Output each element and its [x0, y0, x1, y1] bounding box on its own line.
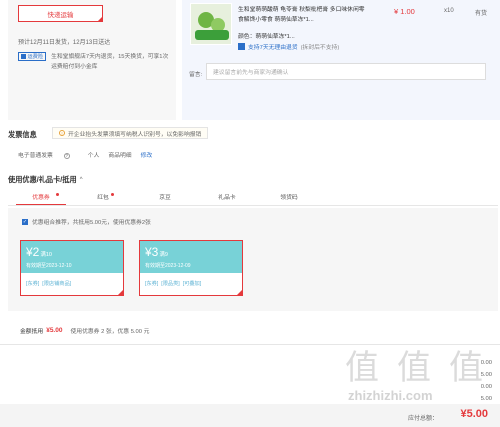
delivery-date-text: 预计12月11日发货，12月13日送达: [18, 40, 111, 46]
help-icon[interactable]: ?: [63, 152, 70, 159]
coupon-amount: ¥3满9: [145, 245, 168, 259]
coupon-tab[interactable]: 领货码: [264, 191, 314, 205]
summary-line: 0.00: [480, 360, 492, 366]
coupon-tag: [东券]: [26, 281, 40, 287]
coupon-card-header: ¥2满10 有效期至2023-12-10: [21, 241, 123, 273]
invoice-section-title: 发票信息: [8, 130, 37, 139]
shipping-insurance-label: 运费险: [27, 54, 44, 60]
warning-icon: !: [59, 130, 65, 136]
coupon-tabs: 优惠券 红包 京豆 礼品卡 领货码: [8, 191, 498, 206]
coupon-card[interactable]: ¥2满10 有效期至2023-12-10 [东券] [限店铺商品]: [20, 240, 124, 296]
invoice-type-label: 电子普通发票: [18, 153, 53, 159]
summary-line: 5.00: [480, 372, 492, 378]
invoice-edit-link[interactable]: 修改: [141, 150, 153, 159]
price-summary: 0.00 5.00 0.00 5.00: [392, 357, 492, 405]
coupon-tag: [限品类]: [161, 281, 180, 287]
coupon-panel: ✓ 优惠组合推荐，共抵用5.00元，使用优惠券2张 ¥2满10 有效期至2023…: [8, 208, 498, 311]
section-divider: [0, 344, 500, 345]
payment-bar: 应付总额： ¥5.00: [0, 404, 500, 427]
coupon-tags: [东券] [限品类] [可叠加]: [145, 280, 204, 287]
product-image[interactable]: [190, 3, 232, 45]
coupon-tags: [东券] [限店铺商品]: [26, 280, 74, 287]
coupon-amount-value: ¥3: [145, 245, 159, 259]
coupon-tab-label: 红包: [97, 195, 109, 201]
payable-label: 应付总额：: [407, 416, 438, 422]
invoice-type: 电子普通发票?: [18, 150, 79, 159]
order-item-section: 快递运输 预计12月11日发货，12月13日送达 运费险 生和堂旗舰店7天内退货…: [0, 0, 500, 120]
invoice-title-type: 个人: [87, 153, 100, 159]
express-shipping-button[interactable]: 快递运输: [18, 5, 103, 22]
payable-amount: ¥5.00: [460, 408, 488, 420]
coupon-amount: ¥2满10: [26, 245, 52, 259]
coupon-validity: 有效期至2023-12-10: [26, 263, 72, 269]
coupon-tab-label: 礼品卡: [218, 195, 236, 201]
product-panel: 生和堂萌萌酸萌 龟苓膏 秋梨枇杷膏 多口味休闲零食解馋小零食 萌萌仙草冻*1..…: [182, 0, 500, 120]
watermark-glyph: 值: [345, 348, 379, 388]
product-quantity: x10: [444, 8, 454, 14]
chevron-up-icon[interactable]: ^: [80, 177, 83, 183]
coupon-sum-value: ¥5.00: [46, 327, 63, 334]
product-stock-status: 有货: [475, 11, 488, 17]
coupon-recommend-row[interactable]: ✓ 优惠组合推荐，共抵用5.00元，使用优惠券2张: [22, 217, 151, 226]
coupon-tab[interactable]: 优惠券: [16, 191, 66, 205]
coupon-recommend-text: 优惠组合推荐，共抵用5.00元，使用优惠券2张: [32, 220, 151, 226]
store-guarantee-desc: 生和堂旗舰店7天内退货，15天换货，可享1次运费赔付到小金库: [51, 54, 169, 70]
coupon-condition: 满10: [40, 252, 52, 258]
coupon-tag: [东券]: [145, 281, 159, 287]
message-label: 留言:: [189, 72, 203, 78]
store-guarantee-row: 运费险 生和堂旗舰店7天内退货，15天换货，可享1次运费赔付到小金库: [18, 52, 178, 72]
invoice-details-row: 电子普通发票? 个人 商品明细 修改: [18, 150, 161, 159]
shipping-panel: 快递运输 预计12月11日发货，12月13日送达 运费险 生和堂旗舰店7天内退货…: [8, 0, 176, 120]
coupon-tag: [限店铺商品]: [42, 281, 72, 287]
coupon-sum-note: 使用优惠券 2 张，优惠 5.00 元: [70, 329, 150, 335]
coupon-tab-label: 优惠券: [32, 195, 50, 201]
coupon-tab[interactable]: 红包: [78, 191, 128, 205]
return-policy: 支持7天无理由退货 (拆封后不支持): [238, 42, 339, 51]
message-input[interactable]: 建议留言前先与商家沟通确认: [206, 63, 486, 80]
coupon-sum-label: 金额抵用: [20, 329, 44, 335]
invoice-notice-text: 开企业抬头发票须填写纳税人识别号，以免影响报销: [68, 131, 202, 138]
insurance-icon: [21, 54, 26, 59]
shipping-insurance-badge: 运费险: [18, 52, 47, 61]
return-policy-note: (拆封后不支持): [300, 45, 340, 51]
coupon-validity: 有效期至2023-12-09: [145, 263, 191, 269]
checkbox-checked-icon[interactable]: ✓: [22, 218, 28, 225]
coupon-section-title[interactable]: 使用优惠/礼品卡/抵用 ^: [8, 175, 83, 185]
coupon-card-header: ¥3满9 有效期至2023-12-09: [140, 241, 242, 273]
coupon-tab-label: 领货码: [280, 195, 298, 201]
coupon-tag: [可叠加]: [182, 281, 202, 287]
coupon-card[interactable]: ¥3满9 有效期至2023-12-09 [东券] [限品类] [可叠加]: [139, 240, 243, 296]
coupon-tab[interactable]: 礼品卡: [202, 191, 252, 205]
coupon-tab-label: 京豆: [159, 195, 171, 201]
product-price: ¥ 1.00: [394, 7, 415, 16]
notification-dot-icon: [111, 193, 114, 196]
selected-corner-icon: [117, 289, 124, 296]
product-variant: 颜色：萌萌仙草冻*1...: [238, 34, 295, 40]
coupon-discount-summary: 金额抵用 ¥5.00 使用优惠券 2 张，优惠 5.00 元: [20, 326, 149, 335]
product-title[interactable]: 生和堂萌萌酸萌 龟苓膏 秋梨枇杷膏 多口味休闲零食解馋小零食 萌萌仙草冻*1..…: [238, 5, 368, 25]
coupon-tab[interactable]: 京豆: [140, 191, 190, 205]
notification-dot-icon: [56, 193, 59, 196]
coupon-section-label: 使用优惠/礼品卡/抵用: [8, 175, 77, 184]
summary-line: 0.00: [480, 384, 492, 390]
invoice-content: 商品明细: [108, 153, 132, 159]
return-policy-icon: [238, 43, 245, 50]
selected-corner-icon: [236, 289, 243, 296]
invoice-notice: ! 开企业抬头发票须填写纳税人识别号，以免影响报销: [52, 127, 209, 139]
coupon-condition: 满9: [159, 252, 168, 258]
product-image-package: [195, 30, 229, 40]
return-policy-text: 支持7天无理由退货: [248, 45, 298, 51]
coupon-amount-value: ¥2: [26, 245, 40, 259]
